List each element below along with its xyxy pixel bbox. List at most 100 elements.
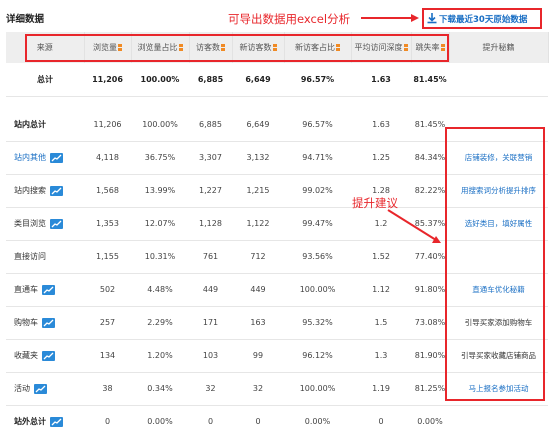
cell-new-pct: 96.57%: [302, 119, 333, 129]
table-row: 类目浏览 1,353 12.07% 1,128 1,122 99.47% 1.2 85.37%…: [6, 207, 548, 240]
col-header-pv-pct[interactable]: 浏览量占比: [131, 32, 190, 63]
cell-source: 活动: [6, 372, 84, 405]
cell-tip: 直通车优化秘籍: [449, 273, 548, 306]
tip-link[interactable]: 直通车优化秘籍: [472, 285, 525, 294]
cell-new-uv: 0: [255, 417, 261, 426]
col-header-new-uv[interactable]: 新访客数: [232, 32, 285, 63]
trend-chart-icon[interactable]: [50, 152, 63, 163]
trend-chart-icon[interactable]: [42, 317, 55, 328]
cell-depth: 1.63: [371, 74, 391, 84]
sort-icon: [272, 44, 277, 51]
cell-source: 直接访问: [14, 252, 46, 261]
cell-tip: [449, 405, 548, 438]
cell-depth: 1.2: [374, 219, 388, 228]
cell-bounce: 81.45%: [413, 74, 447, 84]
table-row: 站内其他 4,118 36.75% 3,307 3,132 94.71% 1.25 84.34…: [6, 141, 548, 174]
table-row: 站内总计 11,206 100.00% 6,885 6,649 96.57% 1.63 81.…: [6, 108, 548, 141]
cell-tip: 引导买家收藏店铺商品: [449, 339, 548, 372]
cell-depth: 1.25: [372, 153, 390, 162]
cell-uv: 6,885: [199, 119, 222, 129]
col-header-bounce[interactable]: 跳失率: [411, 32, 450, 63]
sort-icon: [118, 44, 122, 51]
cell-tip: 用搜索词分析提升排序: [449, 174, 548, 207]
tip-link[interactable]: 选好类目，填好属性: [465, 219, 533, 228]
col-header-pv[interactable]: 浏览量: [84, 32, 132, 63]
table-row: 站外总计 0 0.00% 0 0 0.00% 0 0.00%: [6, 405, 548, 438]
cell-new-uv: 1,215: [246, 186, 270, 195]
cell-bounce: 91.80%: [414, 285, 446, 294]
cell-source: 总计: [37, 74, 53, 84]
cell-tip: 引导买家添加购物车: [449, 306, 548, 339]
cell-depth: 1.3: [374, 351, 388, 360]
cell-uv: 171: [202, 318, 219, 327]
cell-uv: 103: [202, 351, 219, 360]
arrow-to-download: [361, 14, 419, 22]
cell-bounce: 81.90%: [414, 351, 446, 360]
cell-pv: 257: [99, 318, 116, 327]
download-label: 下载最近30天原始数据: [439, 14, 528, 25]
table-row: 总计 11,206 100.00% 6,885 6,649 96.57% 1.63 81.45…: [6, 63, 548, 96]
table-row: 活动 38 0.34% 32 32 100.00% 1.19 81.25% 马上报名参加活动: [6, 372, 548, 405]
cell-new-pct: 94.71%: [302, 153, 333, 162]
table-row: 站内搜索 1,568 13.99% 1,227 1,215 99.02% 1.28 82.22…: [6, 174, 548, 207]
cell-new-pct: 100.00%: [299, 285, 336, 294]
tip-link[interactable]: 引导买家添加购物车: [465, 318, 533, 327]
col-header-uv[interactable]: 访客数: [189, 32, 233, 63]
cell-new-pct: 96.12%: [302, 351, 333, 360]
tip-link[interactable]: 用搜索词分析提升排序: [461, 186, 536, 195]
cell-pv: 502: [99, 285, 116, 294]
table-row: 收藏夹 134 1.20% 103 99 96.12% 1.3 81.90% 引导买家收藏店铺商…: [6, 339, 548, 372]
cell-depth: 1.52: [372, 252, 390, 261]
cell-uv: 6,885: [197, 74, 224, 84]
cell-source: 收藏夹: [6, 339, 84, 372]
cell-pv: 11,206: [93, 119, 122, 129]
annotation-export-note: 可导出数据用excel分析: [228, 12, 351, 26]
trend-chart-icon[interactable]: [42, 284, 55, 295]
cell-bounce: 85.37%: [414, 219, 446, 228]
cell-pv-pct: 0.34%: [147, 384, 173, 393]
col-header-depth[interactable]: 平均访问深度: [351, 32, 412, 63]
row-separator: [6, 96, 548, 108]
cell-pv: 11,206: [92, 74, 123, 84]
trend-chart-icon[interactable]: [42, 350, 55, 361]
cell-uv: 1,227: [199, 186, 222, 195]
cell-bounce: 81.25%: [414, 384, 446, 393]
cell-new-pct: 99.47%: [302, 219, 333, 228]
download-icon: [427, 13, 437, 24]
cell-new-uv: 449: [250, 285, 266, 294]
trend-chart-icon[interactable]: [50, 185, 63, 196]
cell-new-uv: 712: [250, 252, 266, 261]
cell-new-pct: 96.57%: [300, 74, 335, 84]
cell-source: 站内搜索: [6, 174, 84, 207]
cell-depth: 1.19: [372, 384, 390, 393]
trend-chart-icon[interactable]: [50, 416, 63, 427]
cell-uv: 449: [202, 285, 219, 294]
cell-depth: 1.5: [374, 318, 388, 327]
cell-uv: 761: [202, 252, 219, 261]
tip-link[interactable]: 引导买家收藏店铺商品: [461, 351, 536, 360]
trend-chart-icon[interactable]: [50, 218, 63, 229]
sort-icon: [178, 44, 183, 51]
tip-link[interactable]: 店铺装修，关联营销: [465, 153, 533, 162]
cell-pv: 1,353: [96, 219, 119, 228]
sort-icon: [440, 44, 445, 51]
sort-icon: [403, 44, 408, 51]
trend-chart-icon[interactable]: [34, 383, 47, 394]
tip-link[interactable]: 马上报名参加活动: [469, 384, 529, 393]
cell-new-pct: 95.32%: [302, 318, 333, 327]
cell-new-pct: 0.00%: [304, 417, 331, 426]
cell-depth: 0: [378, 417, 384, 426]
cell-pv-pct: 100.00%: [142, 119, 178, 129]
cell-pv-pct: 0.00%: [147, 417, 173, 426]
cell-source: 直通车: [6, 273, 84, 306]
cell-pv-pct: 2.29%: [147, 318, 173, 327]
cell-pv-pct: 13.99%: [144, 186, 176, 195]
cell-pv: 134: [99, 351, 116, 360]
cell-source: 购物车: [6, 306, 84, 339]
col-header-new-pct[interactable]: 新访客占比: [284, 32, 352, 63]
download-button[interactable]: 下载最近30天原始数据: [422, 8, 542, 29]
table-header-row: 来源 浏览量 浏览量占比 访客数 新访客数 新访客占比 平均访问深度 跳失率 提…: [6, 32, 549, 63]
cell-source: 站外总计: [6, 405, 84, 438]
cell-new-uv: 3,132: [246, 153, 270, 162]
cell-bounce: 0.00%: [417, 417, 443, 426]
